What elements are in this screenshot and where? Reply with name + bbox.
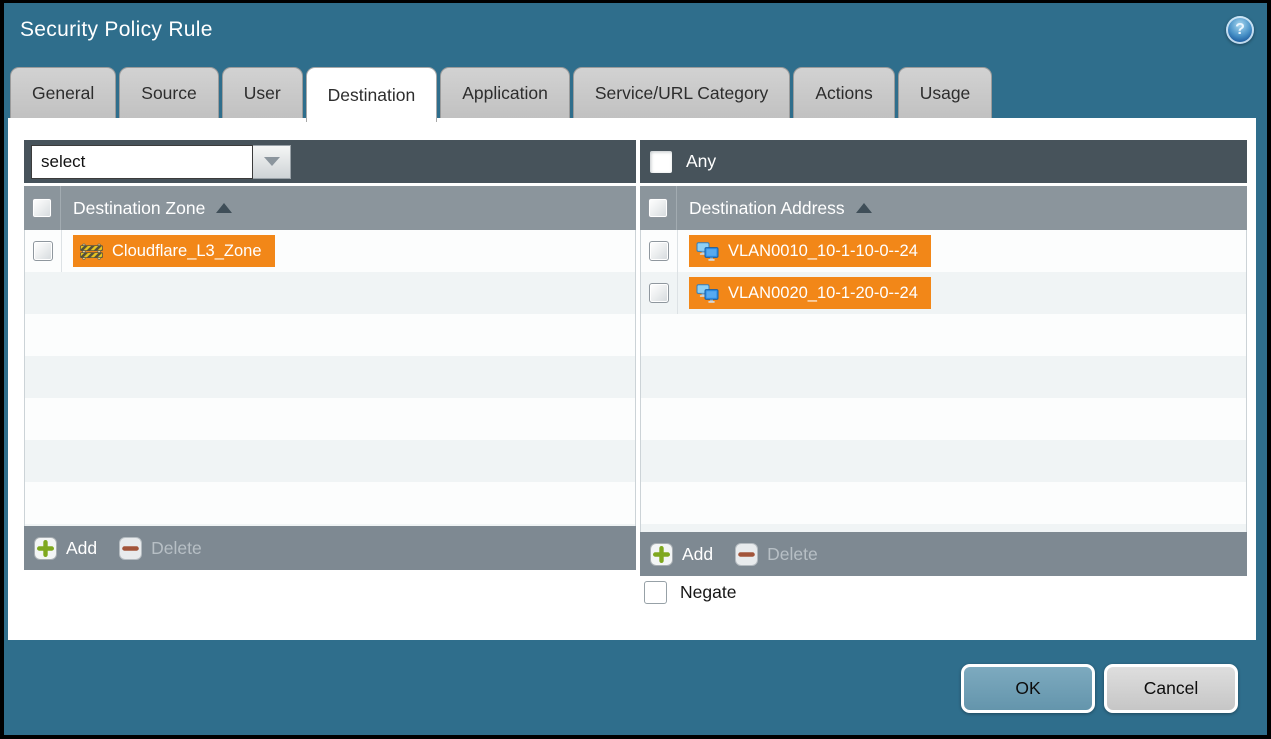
tab-service-url-category[interactable]: Service/URL Category [573,67,790,118]
address-object-label: VLAN0010_10-1-10-0--24 [728,242,918,261]
delete-icon [119,537,142,560]
tab-general[interactable]: General [10,67,116,118]
row-checkbox-cell [641,230,678,272]
negate-checkbox[interactable] [644,581,667,604]
address-object-chip[interactable]: VLAN0020_10-1-20-0--24 [689,277,931,309]
address-icon [696,284,719,303]
destination-tab-content: Destination Zone [8,118,1256,640]
tab-source[interactable]: Source [119,67,218,118]
address-select-all-cell [640,186,677,230]
negate-label: Negate [680,582,736,603]
address-icon [696,242,719,261]
address-select-all-checkbox[interactable] [648,198,668,218]
zone-select-dropdown-button[interactable] [253,145,291,179]
address-toolbar: Add Delete [640,532,1247,576]
tab-actions[interactable]: Actions [793,67,894,118]
zone-column-header[interactable]: Destination Zone [73,198,205,219]
zone-select-all-cell [24,186,61,230]
dialog-title: Security Policy Rule [20,18,213,42]
address-column-header[interactable]: Destination Address [689,198,845,219]
sort-ascending-icon[interactable] [856,203,872,213]
tab-user[interactable]: User [222,67,303,118]
address-row-checkbox[interactable] [649,283,669,303]
zone-row-checkbox[interactable] [33,241,53,261]
zone-table-body: Cloudflare_L3_Zone [24,230,636,526]
ok-button[interactable]: OK [961,664,1095,713]
address-object-chip[interactable]: VLAN0010_10-1-10-0--24 [689,235,931,267]
table-row: VLAN0020_10-1-20-0--24 [641,272,1246,314]
security-policy-rule-dialog: { "window": { "title": "Security Policy … [0,0,1271,739]
tab-usage[interactable]: Usage [898,67,993,118]
cancel-button[interactable]: Cancel [1104,664,1238,713]
zone-toolbar: Add Delete [24,526,636,570]
tab-bar: General Source User Destination Applicat… [10,67,992,118]
delete-zone-button[interactable]: Delete [119,537,202,560]
help-icon[interactable]: ? [1226,16,1254,44]
tab-application[interactable]: Application [440,67,570,118]
chevron-down-icon [264,157,280,166]
add-icon [34,537,57,560]
address-row-checkbox[interactable] [649,241,669,261]
add-button-label: Add [66,538,97,559]
question-mark-glyph: ? [1235,21,1245,39]
add-zone-button[interactable]: Add [34,537,97,560]
row-checkbox-cell [641,272,678,314]
add-address-button[interactable]: Add [650,543,713,566]
any-checkbox[interactable] [650,151,672,173]
sort-ascending-icon[interactable] [216,203,232,213]
zone-select-combobox [31,145,291,179]
delete-button-label: Delete [151,538,202,559]
delete-address-button[interactable]: Delete [735,543,818,566]
table-row: VLAN0010_10-1-10-0--24 [641,230,1246,272]
destination-zone-panel: Destination Zone [24,140,636,570]
row-checkbox-cell [25,230,62,272]
address-table-header: Destination Address [640,186,1247,230]
zone-select-all-checkbox[interactable] [32,198,52,218]
negate-option: Negate [644,581,736,604]
add-icon [650,543,673,566]
address-object-label: VLAN0020_10-1-20-0--24 [728,284,918,303]
table-row: Cloudflare_L3_Zone [25,230,635,272]
dialog-frame: Security Policy Rule ? General Source Us… [4,3,1267,735]
any-label: Any [686,151,716,172]
tab-destination[interactable]: Destination [306,67,438,122]
add-button-label: Add [682,544,713,565]
address-table-body: VLAN0010_10-1-10-0--24 [640,230,1247,532]
zone-icon [80,243,103,260]
zone-object-label: Cloudflare_L3_Zone [112,242,262,261]
zone-table-header: Destination Zone [24,186,636,230]
zone-select-input[interactable] [31,145,253,179]
zone-object-chip[interactable]: Cloudflare_L3_Zone [73,235,275,267]
destination-address-panel: Any Destination Address [640,140,1247,576]
delete-button-label: Delete [767,544,818,565]
zone-filter-bar [24,140,636,183]
delete-icon [735,543,758,566]
any-bar: Any [640,140,1247,183]
